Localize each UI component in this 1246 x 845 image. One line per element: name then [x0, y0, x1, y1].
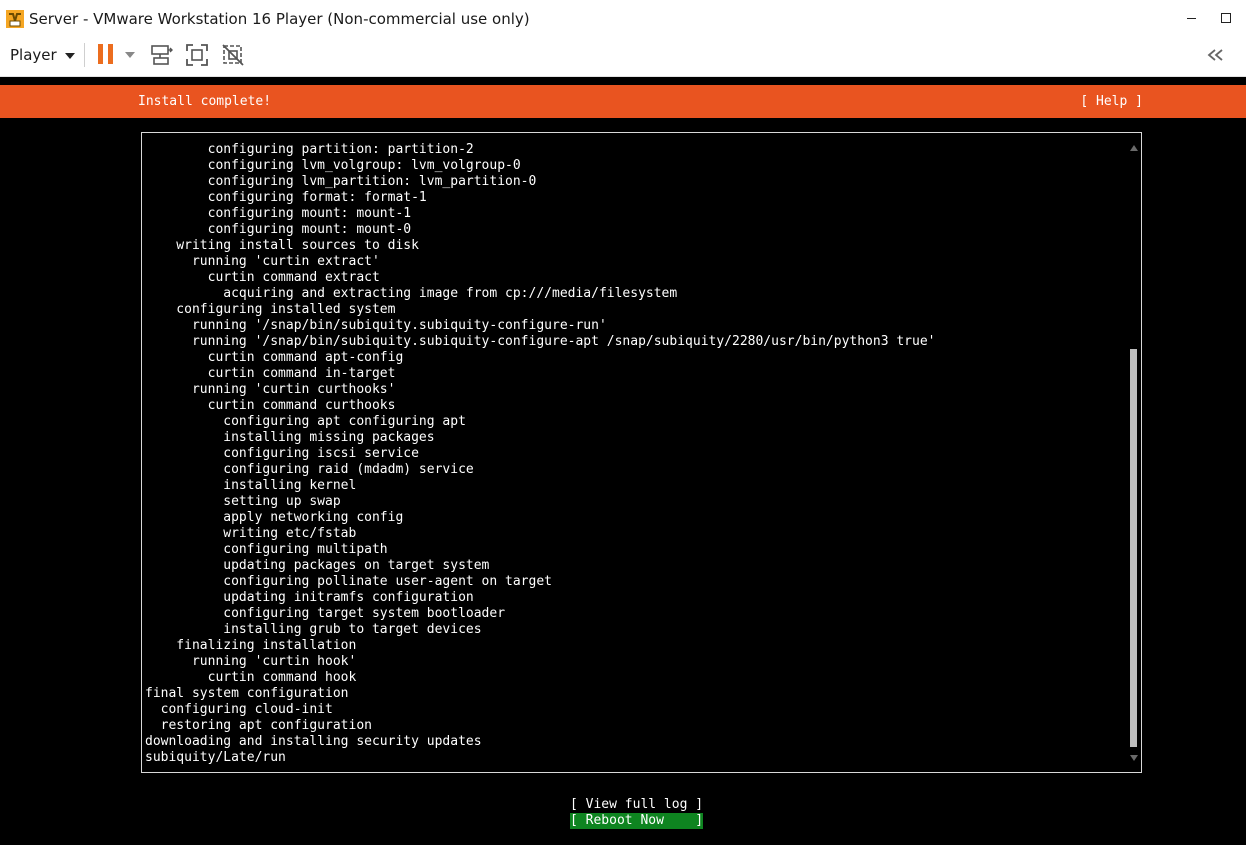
log-line: configuring mount: mount-0 [145, 222, 412, 237]
install-status-title: Install complete! [138, 94, 272, 109]
log-line: running '/snap/bin/subiquity.subiquity-c… [145, 334, 936, 349]
log-scrollbar[interactable] [1129, 141, 1138, 761]
log-line: running 'curtin extract' [145, 254, 380, 269]
log-line: configuring cloud-init [145, 702, 333, 717]
unity-icon[interactable] [220, 42, 246, 68]
title-bar: Server - VMware Workstation 16 Player (N… [0, 0, 1246, 34]
log-line: configuring iscsi service [145, 446, 419, 461]
log-line: running 'curtin curthooks' [145, 382, 396, 397]
log-line: configuring mount: mount-1 [145, 206, 412, 221]
log-line: configuring installed system [145, 302, 396, 317]
installer-header: Install complete! [ Help ] [0, 85, 1246, 118]
log-line: writing etc/fstab [145, 526, 357, 541]
log-line: running 'curtin hook' [145, 654, 357, 669]
install-log-panel[interactable]: configuring partition: partition-2 confi… [141, 132, 1142, 773]
log-line: final system configuration [145, 686, 349, 701]
log-line: running '/snap/bin/subiquity.subiquity-c… [145, 318, 607, 333]
log-line: configuring lvm_volgroup: lvm_volgroup-0 [145, 158, 521, 173]
player-menu-label: Player [10, 46, 57, 64]
log-line: acquiring and extracting image from cp:/… [145, 286, 678, 301]
log-line: curtin command apt-config [145, 350, 404, 365]
scroll-down-icon[interactable] [1130, 755, 1138, 761]
log-line: installing grub to target devices [145, 622, 482, 637]
toolbar-divider [84, 43, 85, 67]
log-line: curtin command extract [145, 270, 380, 285]
dropdown-caret-icon[interactable] [124, 42, 136, 68]
toolbar: Player [0, 34, 1246, 77]
log-line: installing missing packages [145, 430, 435, 445]
log-line: downloading and installing security upda… [145, 734, 482, 749]
log-line: writing install sources to disk [145, 238, 419, 253]
minimize-icon[interactable] [1182, 6, 1204, 30]
log-line: restoring apt configuration [145, 718, 372, 733]
log-line: subiquity/Late/run [145, 750, 286, 765]
log-line: configuring apt configuring apt [145, 414, 466, 429]
log-line: apply networking config [145, 510, 404, 525]
log-line: configuring multipath [145, 542, 388, 557]
send-ctrl-alt-del-icon[interactable] [148, 42, 174, 68]
double-chevron-left-icon[interactable] [1204, 45, 1226, 65]
full-screen-icon[interactable] [184, 42, 210, 68]
pause-icon[interactable] [96, 42, 118, 68]
log-line: curtin command in-target [145, 366, 396, 381]
vm-display[interactable]: Install complete! [ Help ] configuring p… [0, 77, 1246, 845]
window-title: Server - VMware Workstation 16 Player (N… [29, 10, 530, 28]
player-menu-button[interactable]: Player [10, 45, 75, 65]
log-line: curtin command hook [145, 670, 357, 685]
scroll-up-icon[interactable] [1130, 145, 1138, 151]
view-full-log-button[interactable]: [ View full log ] [570, 797, 703, 813]
reboot-now-button[interactable]: [ Reboot Now ] [570, 813, 704, 829]
maximize-icon[interactable] [1216, 6, 1238, 30]
log-line: configuring lvm_partition: lvm_partition… [145, 174, 537, 189]
help-button[interactable]: [ Help ] [1080, 93, 1143, 111]
log-line: finalizing installation [145, 638, 357, 653]
install-log: configuring partition: partition-2 confi… [145, 142, 936, 766]
log-line: configuring pollinate user-agent on targ… [145, 574, 552, 589]
log-line: setting up swap [145, 494, 341, 509]
vmware-icon [6, 10, 24, 28]
log-line: configuring raid (mdadm) service [145, 462, 474, 477]
log-line: configuring format: format-1 [145, 190, 427, 205]
log-line: configuring partition: partition-2 [145, 142, 474, 157]
log-line: curtin command curthooks [145, 398, 396, 413]
scroll-thumb[interactable] [1130, 349, 1137, 747]
chevron-down-icon [64, 52, 75, 59]
log-line: installing kernel [145, 478, 357, 493]
log-line: updating packages on target system [145, 558, 490, 573]
log-line: configuring target system bootloader [145, 606, 506, 621]
log-line: updating initramfs configuration [145, 590, 474, 605]
